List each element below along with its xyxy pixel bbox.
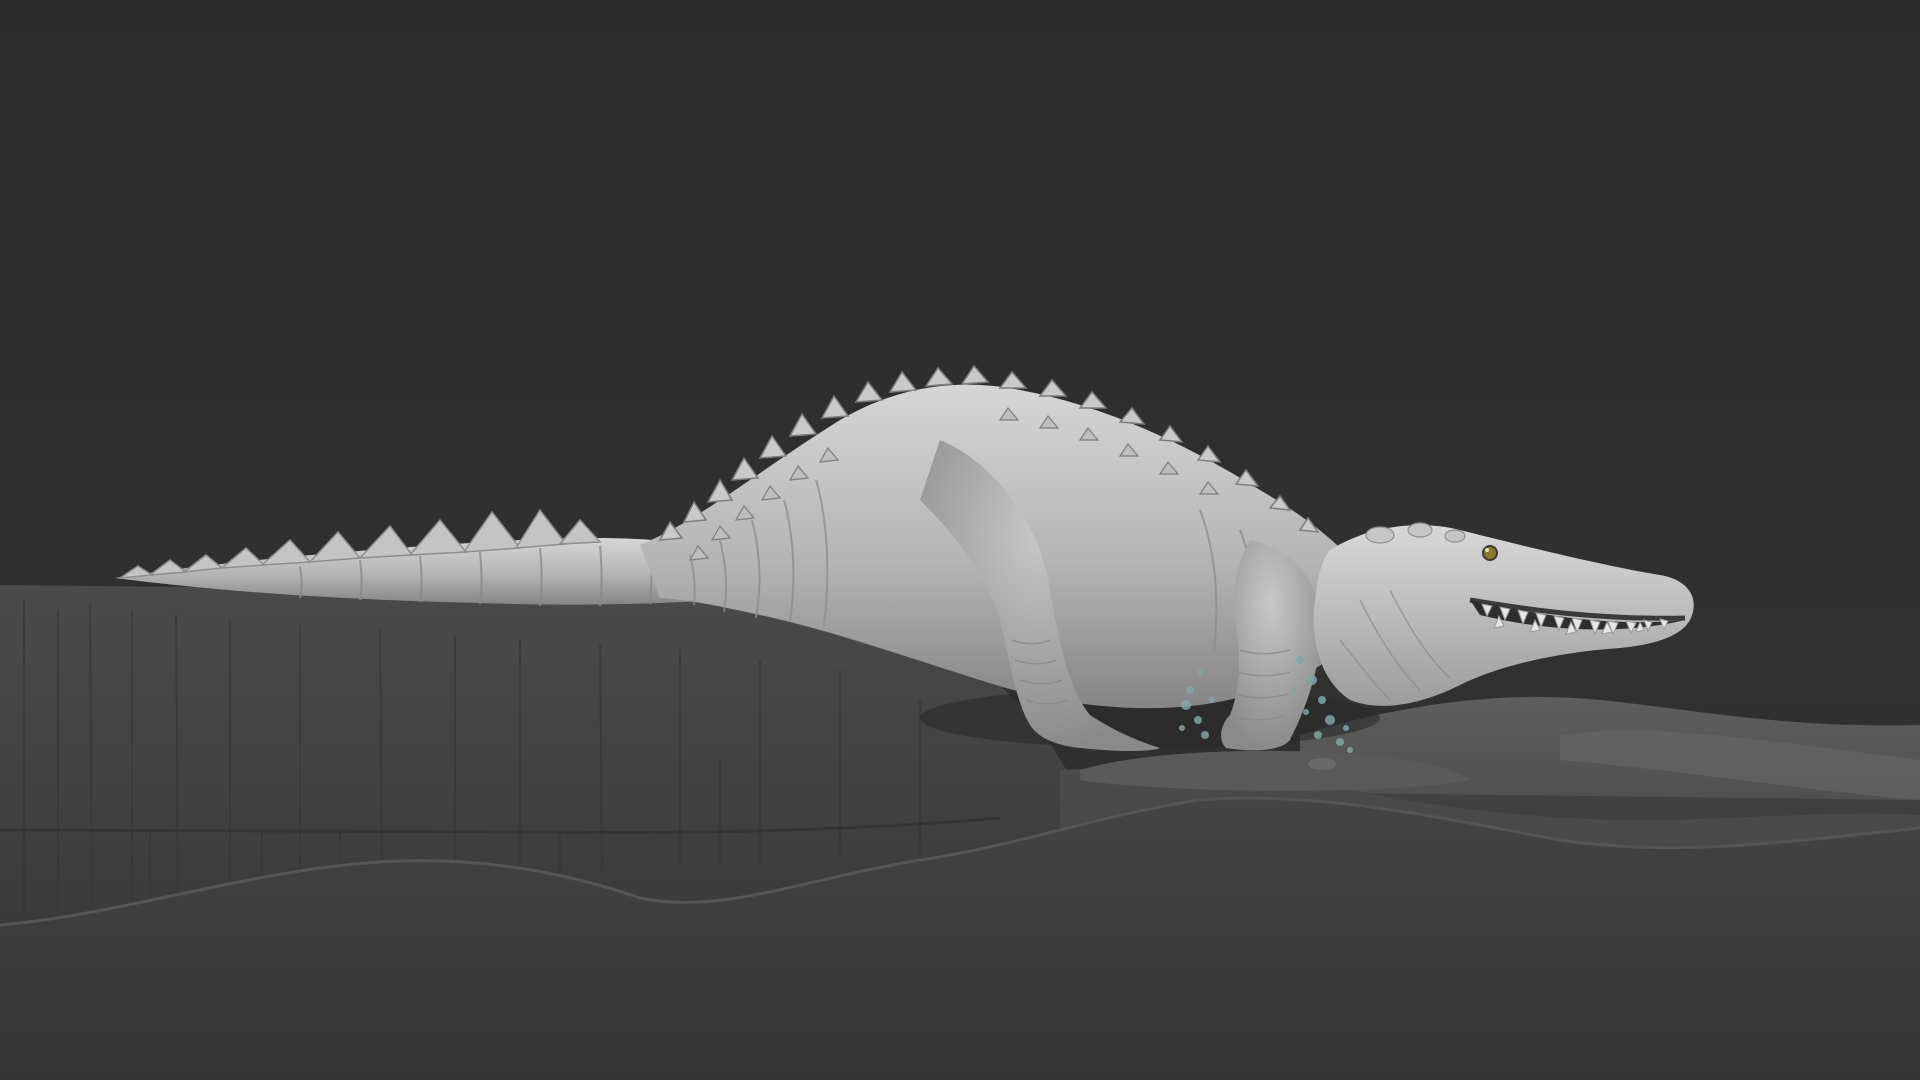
eye-glint [1485,548,1489,552]
eye [1482,545,1498,561]
render-viewport [0,0,1920,1080]
rock [1308,758,1336,770]
